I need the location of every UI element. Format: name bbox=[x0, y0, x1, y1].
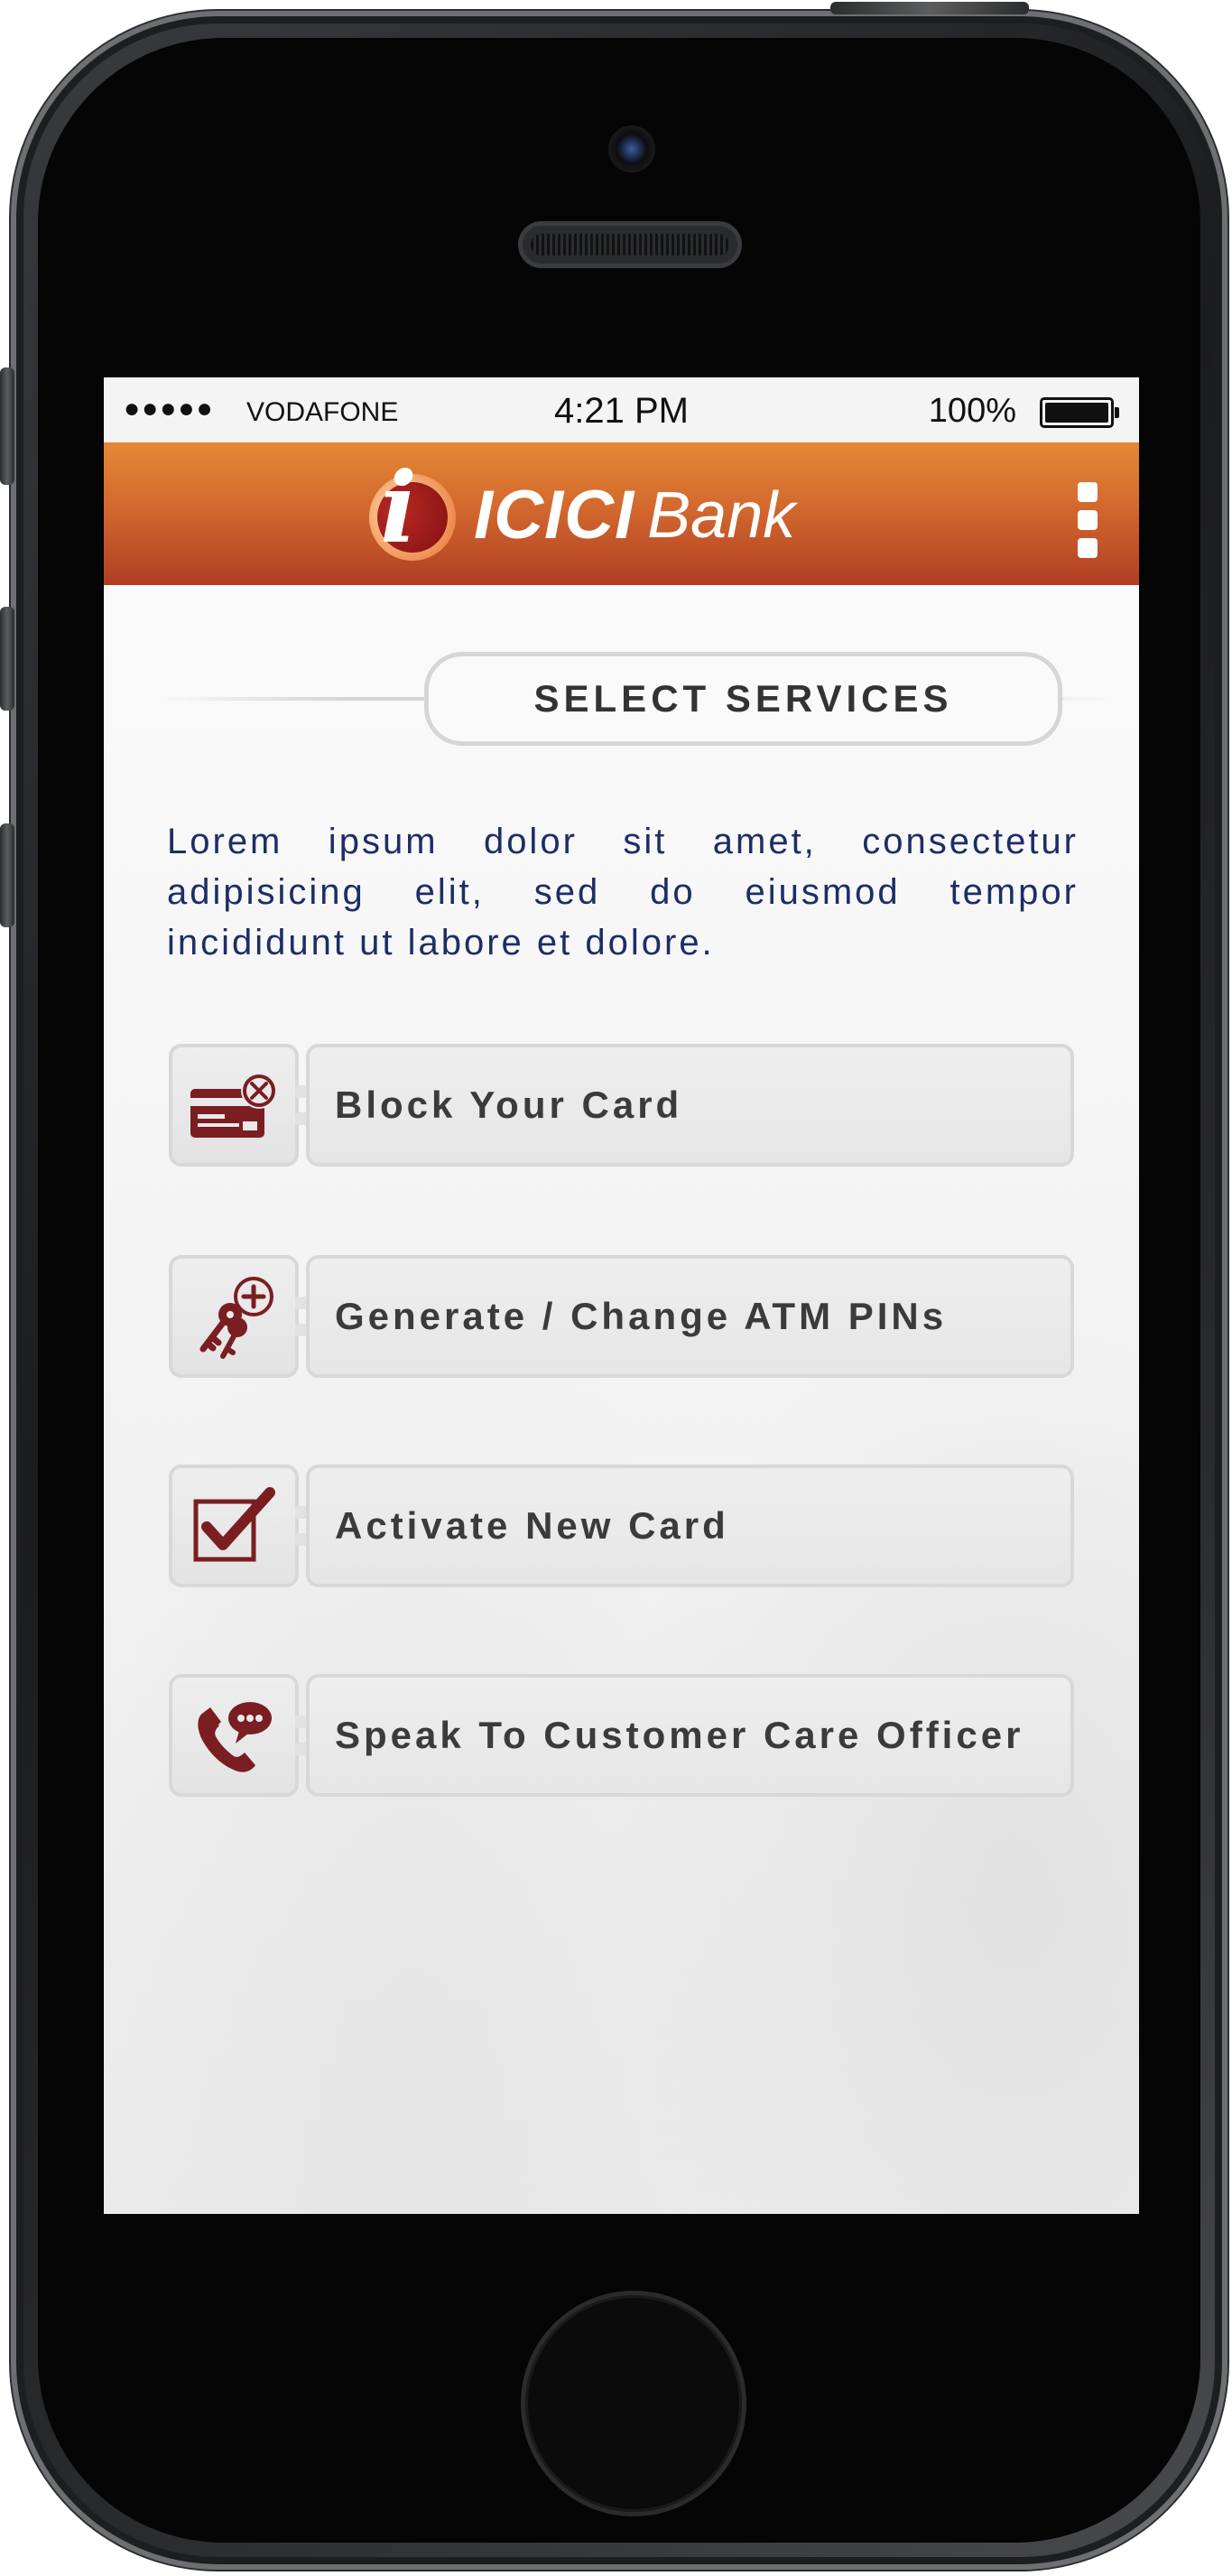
generate-change-atm-pin-button[interactable]: Generate / Change ATM PINs bbox=[169, 1255, 1074, 1378]
keys-icon bbox=[199, 1277, 273, 1359]
speak-to-customer-care-button[interactable]: Speak To Customer Care Officer bbox=[169, 1674, 1074, 1797]
logo-text-bank: Bank bbox=[647, 479, 796, 552]
home-button[interactable] bbox=[525, 2295, 742, 2512]
service-icon-box bbox=[169, 1465, 299, 1587]
logo-text-icici: ICICI bbox=[474, 477, 635, 553]
vertical-dots-menu-icon[interactable] bbox=[1078, 482, 1101, 558]
service-label: Generate / Change ATM PINs bbox=[306, 1255, 1074, 1378]
status-bar: ●●●●● VODAFONE 4:21 PM 100% bbox=[104, 377, 1139, 442]
intro-paragraph: Lorem ipsum dolor sit amet, consectetur … bbox=[167, 822, 1079, 963]
service-label: Activate New Card bbox=[306, 1465, 1074, 1587]
battery-percent: 100% bbox=[928, 392, 1016, 430]
block-card-icon bbox=[190, 1073, 277, 1138]
service-label: Speak To Customer Care Officer bbox=[306, 1674, 1074, 1797]
service-icon-box bbox=[169, 1255, 299, 1378]
icici-bank-logo[interactable]: i ICICI Bank bbox=[357, 459, 796, 573]
page-title: SELECT SERVICES bbox=[424, 652, 1062, 746]
earpiece-speaker bbox=[518, 221, 742, 268]
logo-glyph: i bbox=[380, 451, 418, 565]
volume-up-button bbox=[0, 607, 14, 711]
front-camera bbox=[608, 126, 655, 172]
phone-chat-icon bbox=[198, 1702, 272, 1772]
service-label: Block Your Card bbox=[306, 1044, 1074, 1167]
volume-down-button bbox=[0, 823, 14, 927]
service-icon-box bbox=[169, 1044, 299, 1167]
section-title-wrapper: SELECT SERVICES bbox=[158, 652, 1112, 746]
service-icon-box bbox=[169, 1674, 299, 1797]
app-header: i ICICI Bank bbox=[104, 442, 1139, 585]
battery-icon bbox=[1040, 397, 1119, 428]
battery-level bbox=[1045, 403, 1108, 423]
power-button bbox=[830, 2, 1029, 14]
logo-mark-icon: i bbox=[357, 460, 468, 573]
app-screen: ●●●●● VODAFONE 4:21 PM 100% i ICICI Bank… bbox=[104, 377, 1139, 2214]
block-card-button[interactable]: Block Your Card bbox=[169, 1044, 1074, 1167]
silent-switch bbox=[0, 367, 14, 485]
checkbox-icon bbox=[193, 1487, 275, 1562]
activate-new-card-button[interactable]: Activate New Card bbox=[169, 1465, 1074, 1587]
